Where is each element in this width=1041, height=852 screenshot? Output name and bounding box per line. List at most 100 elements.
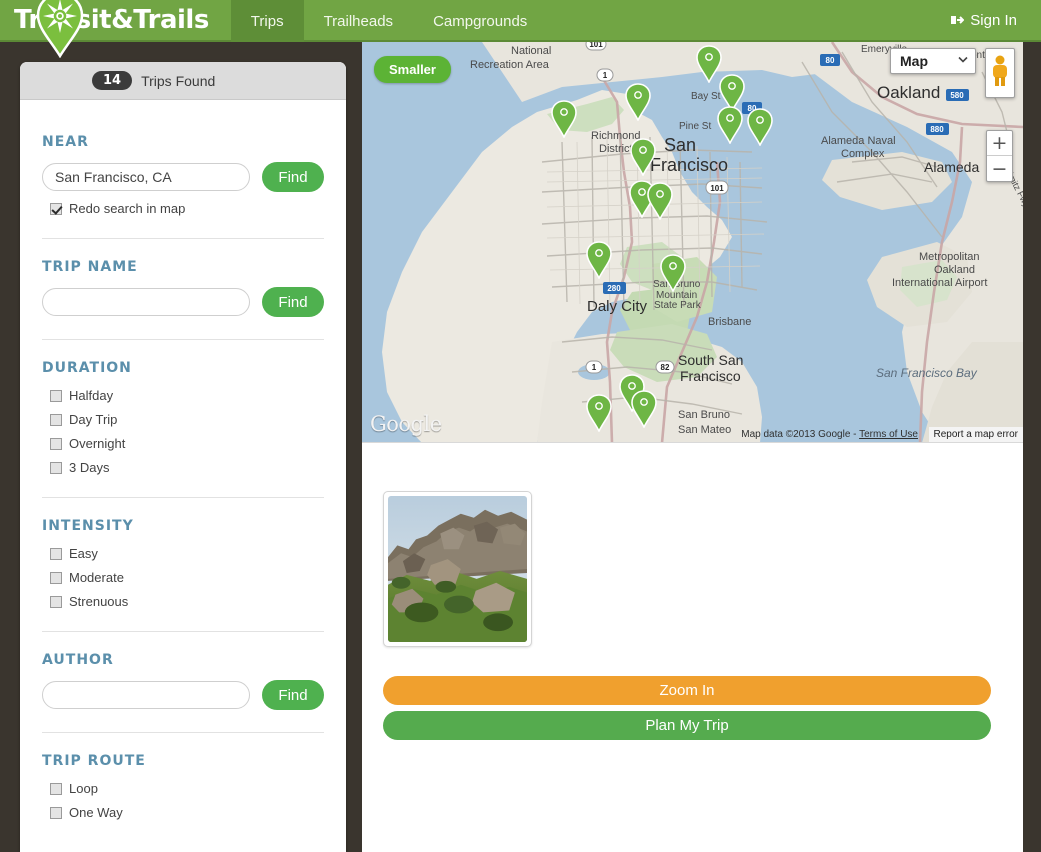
map-pin-marker-icon[interactable] — [746, 108, 774, 147]
trip-name-field-row: Find — [42, 287, 324, 317]
street-view-pegman-button[interactable] — [985, 48, 1015, 98]
label-strenuous: Strenuous — [69, 594, 129, 609]
label-loop: Loop — [69, 781, 98, 796]
map-pin-marker-icon[interactable] — [550, 100, 578, 139]
map-pin-marker-icon[interactable] — [624, 83, 652, 122]
highway-shields: 101 1 80 80 580 880 101 280 1 82 — [585, 42, 969, 374]
rocky-hillside-photo — [388, 496, 527, 642]
map-pin-marker-icon[interactable] — [659, 254, 687, 293]
checkbox-loop[interactable] — [50, 782, 62, 795]
sign-in-label: Sign In — [970, 11, 1017, 29]
map-zoom-in-button[interactable]: + — [987, 131, 1012, 156]
trip-thumbnail-card[interactable] — [383, 491, 532, 647]
terms-of-use-link[interactable]: Terms of Use — [859, 429, 918, 440]
checkbox-moderate[interactable] — [50, 571, 62, 584]
main-content-panel: National Recreation Area Richmond Distri… — [362, 42, 1023, 852]
divider — [42, 732, 324, 733]
duration-option-day-trip[interactable]: Day Trip — [50, 412, 324, 427]
map-pin-marker-icon[interactable] — [585, 241, 613, 280]
redo-search-label: Redo search in map — [69, 201, 186, 216]
street-view-pegman-icon — [990, 54, 1010, 93]
filter-panel: NEAR Find Redo search in map TRIP NAME F… — [20, 100, 346, 820]
label-3-days: 3 Days — [69, 460, 110, 475]
checkbox-one-way[interactable] — [50, 806, 62, 819]
map-pin-marker-icon[interactable] — [630, 390, 658, 429]
site-logo[interactable]: Transit&Trails — [0, 0, 231, 40]
label-halfday: Halfday — [69, 388, 114, 403]
author-field-row: Find — [42, 680, 324, 710]
duration-option-halfday[interactable]: Halfday — [50, 388, 324, 403]
map-pin-marker-icon[interactable] — [646, 182, 674, 221]
section-title-near: NEAR — [42, 134, 89, 150]
divider — [42, 631, 324, 632]
sign-in-arrow-icon — [950, 13, 965, 27]
label-moderate: Moderate — [69, 570, 124, 585]
near-input[interactable] — [42, 163, 250, 191]
results-count-badge: 14 — [92, 71, 133, 90]
map-type-label: Map — [900, 53, 928, 69]
sign-in-button[interactable]: Sign In — [926, 0, 1041, 40]
map-attribution-text: Map data ©2013 Google - — [741, 429, 860, 440]
map-viewport[interactable]: National Recreation Area Richmond Distri… — [362, 42, 1023, 443]
divider — [42, 238, 324, 239]
compass-pin-icon — [36, 0, 84, 59]
section-title-intensity: INTENSITY — [42, 518, 134, 534]
svg-text:82: 82 — [661, 363, 670, 372]
author-input[interactable] — [42, 681, 250, 709]
checkbox-day-trip[interactable] — [50, 413, 62, 426]
svg-text:80: 80 — [826, 56, 835, 65]
svg-text:580: 580 — [950, 91, 964, 100]
section-title-trip-route: TRIP ROUTE — [42, 753, 146, 769]
label-one-way: One Way — [69, 805, 123, 820]
report-map-error-link[interactable]: Report a map error — [928, 427, 1023, 442]
svg-text:1: 1 — [603, 71, 608, 80]
svg-text:101: 101 — [589, 42, 603, 49]
checkbox-easy[interactable] — [50, 547, 62, 560]
svg-text:280: 280 — [607, 284, 621, 293]
checkbox-overnight[interactable] — [50, 437, 62, 450]
map-zoom-controls[interactable]: + − — [986, 130, 1013, 182]
nav-tab-trailheads[interactable]: Trailheads — [304, 0, 413, 42]
author-find-button[interactable]: Find — [262, 680, 324, 710]
map-pin-marker-icon[interactable] — [585, 394, 613, 433]
nav-tab-trips[interactable]: Trips — [230, 0, 304, 42]
divider — [42, 339, 324, 340]
duration-option-3-days[interactable]: 3 Days — [50, 460, 324, 475]
label-day-trip: Day Trip — [69, 412, 118, 427]
trip-route-option-one-way[interactable]: One Way — [50, 805, 324, 820]
plan-my-trip-button[interactable]: Plan My Trip — [383, 711, 991, 740]
trip-route-option-loop[interactable]: Loop — [50, 781, 324, 796]
near-find-button[interactable]: Find — [262, 162, 324, 192]
svg-text:101: 101 — [710, 184, 724, 193]
redo-search-checkbox-row[interactable]: Redo search in map — [50, 201, 324, 216]
divider — [42, 497, 324, 498]
chevron-down-icon — [957, 52, 969, 70]
trip-name-input[interactable] — [42, 288, 250, 316]
section-title-trip-name: TRIP NAME — [42, 259, 138, 275]
map-pin-marker-icon[interactable] — [716, 106, 744, 145]
intensity-option-strenuous[interactable]: Strenuous — [50, 594, 324, 609]
results-count-label: Trips Found — [141, 72, 216, 89]
label-easy: Easy — [69, 546, 98, 561]
section-title-author: AUTHOR — [42, 652, 114, 668]
duration-option-overnight[interactable]: Overnight — [50, 436, 324, 451]
zoom-in-button[interactable]: Zoom In — [383, 676, 991, 705]
trip-name-find-button[interactable]: Find — [262, 287, 324, 317]
checkbox-strenuous[interactable] — [50, 595, 62, 608]
checkbox-halfday[interactable] — [50, 389, 62, 402]
intensity-option-moderate[interactable]: Moderate — [50, 570, 324, 585]
map-smaller-button[interactable]: Smaller — [374, 56, 451, 83]
nav-tab-campgrounds[interactable]: Campgrounds — [413, 0, 547, 42]
label-overnight: Overnight — [69, 436, 126, 451]
intensity-option-easy[interactable]: Easy — [50, 546, 324, 561]
map-type-dropdown[interactable]: Map — [890, 48, 976, 74]
map-pin-marker-icon[interactable] — [629, 138, 657, 177]
map-attribution: Map data ©2013 Google - Terms of Use — [741, 429, 918, 440]
filter-sidebar: 14 Trips Found NEAR Find Redo search in … — [20, 62, 346, 852]
map-zoom-out-button[interactable]: − — [987, 156, 1012, 181]
svg-text:1: 1 — [592, 363, 597, 372]
redo-search-checkbox[interactable] — [50, 202, 62, 215]
checkbox-3-days[interactable] — [50, 461, 62, 474]
near-field-row: Find — [42, 162, 324, 192]
google-watermark: Google — [370, 412, 442, 436]
